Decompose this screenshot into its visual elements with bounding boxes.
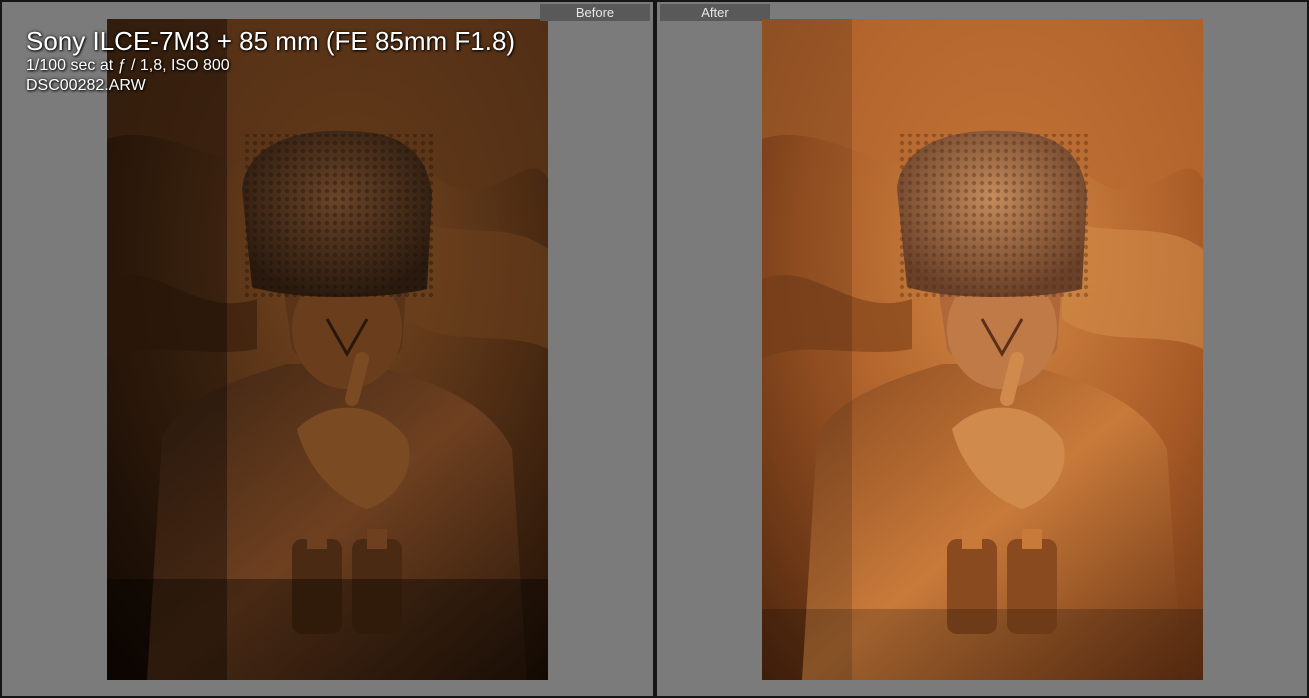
before-photo — [107, 19, 548, 680]
exposure-info: 1/100 sec at ƒ / 1,8, ISO 800 — [26, 57, 230, 74]
after-pane[interactable]: After — [657, 2, 1307, 696]
camera-lens-info: Sony ILCE-7M3 + 85 mm (FE 85mm F1.8) — [26, 26, 516, 56]
photo-info-overlay: Sony ILCE-7M3 + 85 mm (FE 85mm F1.8) 1/1… — [26, 26, 515, 96]
before-photo-image — [107, 19, 548, 680]
before-pane[interactable]: Before Sony ILCE-7M3 + 85 mm (FE 85mm F1… — [2, 2, 653, 696]
filename-info: DSC00282.ARW — [26, 77, 146, 94]
after-label: After — [660, 4, 770, 21]
after-photo — [762, 19, 1203, 680]
before-after-viewer: Before Sony ILCE-7M3 + 85 mm (FE 85mm F1… — [0, 0, 1309, 698]
before-label: Before — [540, 4, 650, 21]
after-photo-image — [762, 19, 1203, 680]
